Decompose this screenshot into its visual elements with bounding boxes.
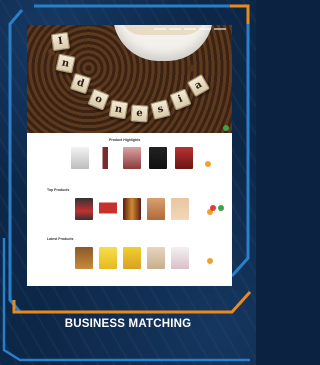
letter-tile: s bbox=[150, 99, 171, 120]
coffee-cup-image bbox=[113, 25, 213, 61]
letter-tile: e bbox=[130, 104, 149, 123]
letter-tile: d bbox=[69, 72, 92, 95]
floating-chat-buttons bbox=[210, 205, 224, 211]
section-title: Top Products bbox=[47, 188, 70, 192]
product-card[interactable] bbox=[175, 147, 193, 170]
product-image bbox=[123, 247, 141, 269]
product-card[interactable] bbox=[123, 147, 141, 170]
caption-title: BUSINESS MATCHING bbox=[64, 318, 192, 330]
product-image bbox=[99, 247, 117, 269]
product-row bbox=[71, 147, 193, 170]
chat-icon[interactable] bbox=[223, 125, 229, 131]
website-screenshot: I n d o n e s i a Product Highlights Top… bbox=[27, 25, 232, 286]
product-image bbox=[75, 198, 93, 220]
product-image bbox=[147, 198, 165, 220]
product-image bbox=[123, 147, 141, 169]
letter-tile: I bbox=[50, 31, 71, 52]
letter-tile: i bbox=[169, 88, 192, 111]
chat-red-icon[interactable] bbox=[210, 205, 216, 211]
product-image bbox=[97, 147, 115, 169]
carousel-next-arrow[interactable] bbox=[205, 161, 211, 167]
product-image bbox=[175, 147, 193, 169]
product-row bbox=[75, 247, 189, 270]
product-image bbox=[149, 147, 167, 169]
letter-tile: a bbox=[186, 73, 211, 98]
product-card[interactable] bbox=[75, 198, 93, 221]
product-image bbox=[171, 198, 189, 220]
product-image bbox=[75, 247, 93, 269]
product-card[interactable] bbox=[171, 198, 189, 221]
chat-green-icon[interactable] bbox=[218, 205, 224, 211]
section-title: Latest Products bbox=[47, 237, 74, 241]
product-image bbox=[71, 147, 89, 169]
letter-tile: n bbox=[108, 99, 129, 120]
product-image bbox=[171, 247, 189, 269]
site-nav bbox=[154, 28, 226, 30]
product-card[interactable] bbox=[147, 198, 165, 221]
product-card[interactable] bbox=[171, 247, 189, 270]
hero-image: I n d o n e s i a bbox=[27, 25, 232, 133]
product-card[interactable] bbox=[147, 247, 165, 270]
product-card[interactable] bbox=[149, 147, 167, 170]
product-card[interactable] bbox=[99, 247, 117, 270]
letter-tile: o bbox=[87, 88, 110, 111]
product-image bbox=[123, 198, 141, 220]
carousel-next-arrow[interactable] bbox=[207, 258, 213, 264]
product-card[interactable] bbox=[97, 147, 115, 170]
product-card[interactable] bbox=[123, 198, 141, 221]
product-row bbox=[75, 198, 189, 221]
product-card[interactable] bbox=[99, 198, 117, 221]
product-image bbox=[99, 198, 117, 220]
section-title: Product Highlights bbox=[109, 138, 141, 142]
product-image bbox=[147, 247, 165, 269]
product-card[interactable] bbox=[71, 147, 89, 170]
letter-tile: n bbox=[55, 53, 76, 74]
product-card[interactable] bbox=[123, 247, 141, 270]
product-card[interactable] bbox=[75, 247, 93, 270]
